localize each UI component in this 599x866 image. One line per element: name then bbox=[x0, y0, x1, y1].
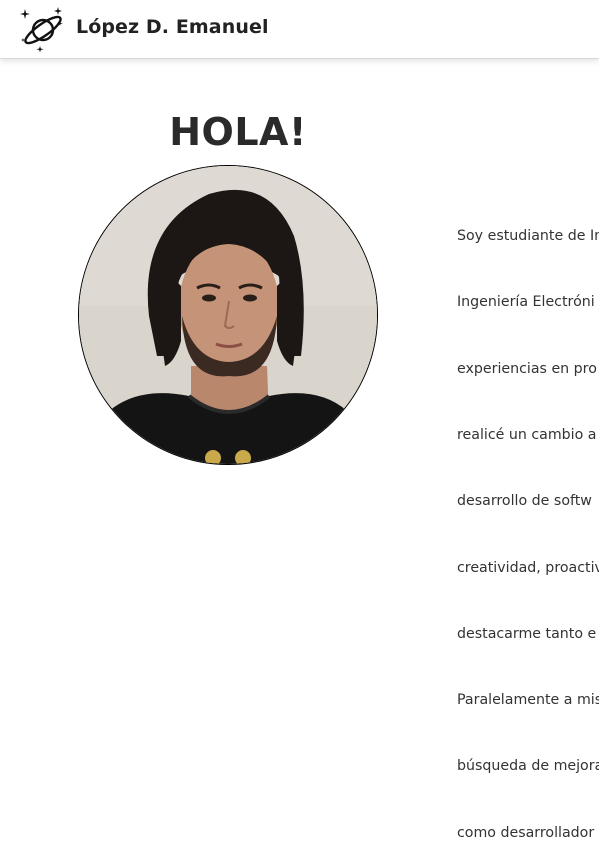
bio-line: realicé un cambio a bbox=[457, 427, 597, 444]
bio-line: Paralelamente a mis bbox=[457, 692, 599, 709]
bio-line: Ingeniería Electróni bbox=[457, 294, 595, 311]
bio-line: Soy estudiante de In bbox=[457, 228, 599, 245]
site-brand[interactable]: López D. Emanuel bbox=[76, 16, 269, 38]
bio-line: destacarme tanto e bbox=[457, 625, 597, 642]
planet-ring-stars-icon[interactable] bbox=[18, 5, 68, 53]
bio-line: creatividad, proactiv bbox=[457, 559, 599, 576]
hero-greeting: HOLA! bbox=[169, 110, 307, 154]
bio-line: desarrollo de softw bbox=[457, 493, 592, 510]
profile-photo bbox=[78, 165, 378, 465]
bio-text: Soy estudiante de In Ingeniería Electrón… bbox=[457, 181, 599, 866]
bio-line: búsqueda de mejora bbox=[457, 758, 599, 775]
bio-line: como desarrollador bbox=[457, 824, 595, 841]
bio-line: experiencias en pro bbox=[457, 360, 597, 377]
navbar: López D. Emanuel bbox=[0, 0, 599, 59]
